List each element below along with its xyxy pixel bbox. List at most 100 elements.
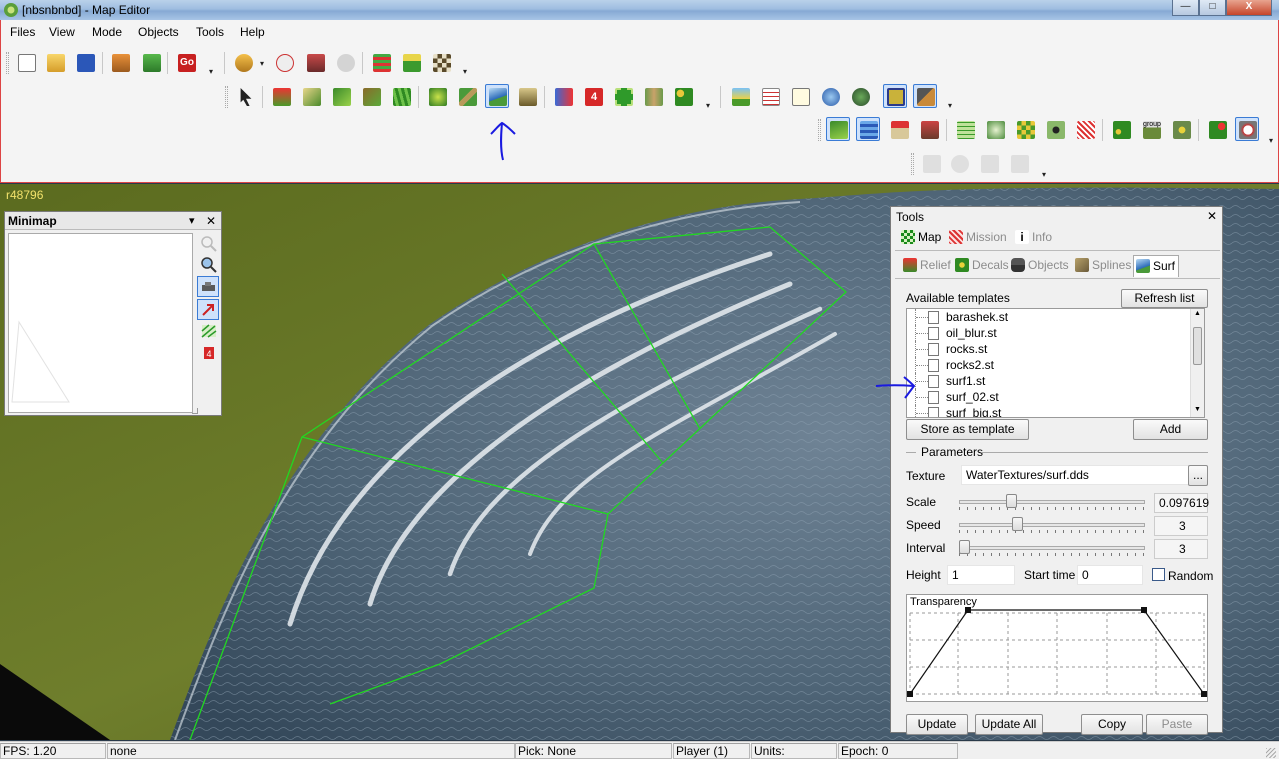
interval-slider-thumb[interactable] (959, 540, 970, 554)
menu-help[interactable]: Help (240, 25, 265, 39)
flag-4-icon[interactable]: 4 (581, 84, 605, 108)
relief-paint-icon[interactable] (329, 84, 353, 108)
tab-info[interactable]: i Info (1013, 227, 1055, 249)
menu-objects[interactable]: Objects (138, 25, 179, 39)
zone-icon[interactable] (611, 84, 635, 108)
disabled-d-icon[interactable] (1007, 151, 1031, 175)
curve-point[interactable] (907, 691, 913, 697)
speed-slider-thumb[interactable] (1012, 517, 1023, 531)
arrow-icon[interactable] (197, 299, 219, 320)
menu-files[interactable]: Files (10, 25, 35, 39)
spots-icon[interactable] (1205, 117, 1229, 141)
random-checkbox[interactable] (1152, 568, 1165, 581)
maximize-button[interactable]: □ (1199, 0, 1226, 16)
undo-icon[interactable] (231, 50, 255, 74)
minimap-canvas[interactable] (8, 233, 193, 413)
tab-splines[interactable]: Splines (1073, 255, 1133, 277)
minimize-button[interactable]: — (1172, 0, 1199, 16)
terrain-icon[interactable] (826, 117, 850, 141)
relief-grass-icon[interactable] (389, 84, 413, 108)
eye-icon[interactable] (1043, 117, 1067, 141)
menu-mode[interactable]: Mode (92, 25, 122, 39)
store-as-template-button[interactable]: Store as template (906, 419, 1029, 440)
list-item[interactable]: barashek.st (907, 309, 1192, 325)
scale-slider-thumb[interactable] (1006, 494, 1017, 508)
tank-icon[interactable] (197, 276, 219, 297)
close-button[interactable]: X (1226, 0, 1272, 16)
tab-relief[interactable]: Relief (901, 255, 953, 277)
tab-decals[interactable]: Decals (953, 255, 1009, 277)
home-icon[interactable] (108, 50, 132, 74)
hammer-icon[interactable] (913, 84, 937, 108)
minimap-pin-icon[interactable]: ▾ (189, 214, 195, 227)
height-field[interactable]: 1 (947, 565, 1015, 585)
house-icon[interactable] (887, 117, 911, 141)
building-icon[interactable] (917, 117, 941, 141)
list-item[interactable]: rocks.st (907, 341, 1192, 357)
browse-button[interactable]: ... (1188, 465, 1208, 486)
unit-icon[interactable] (303, 50, 327, 74)
refresh-list-button[interactable]: Refresh list (1121, 289, 1208, 308)
paste-button[interactable]: Paste (1146, 714, 1208, 735)
tab-mission[interactable]: Mission (947, 227, 1009, 249)
gear-icon[interactable] (818, 84, 842, 108)
curve-point[interactable] (965, 607, 971, 613)
replay-icon[interactable] (272, 50, 296, 74)
save-disk-icon[interactable] (73, 50, 97, 74)
curve-point[interactable] (1201, 691, 1207, 697)
road-icon[interactable] (455, 84, 479, 108)
flag-icon[interactable]: 4 (199, 343, 219, 363)
disabled-icon[interactable] (333, 50, 357, 74)
scale-slider[interactable] (959, 493, 1145, 510)
tab-objects[interactable]: Objects (1009, 255, 1073, 277)
tank-icon[interactable] (515, 84, 539, 108)
hatch-icon[interactable] (1073, 117, 1097, 141)
list-item[interactable]: rocks2.st (907, 357, 1192, 373)
dots-icon[interactable] (1109, 117, 1133, 141)
soldiers-icon[interactable] (641, 84, 665, 108)
go-button[interactable]: Go (174, 50, 198, 74)
speed-slider[interactable] (959, 516, 1145, 533)
surf-wave-icon[interactable] (485, 84, 509, 108)
hatch-icon[interactable] (199, 321, 219, 341)
scroll-down-icon[interactable]: ▼ (1194, 406, 1201, 413)
copy-button[interactable]: Copy (1081, 714, 1143, 735)
gauge-icon[interactable] (1235, 117, 1259, 141)
resize-grip[interactable] (192, 408, 198, 414)
disabled-a-icon[interactable] (919, 151, 943, 175)
comment-icon[interactable] (788, 84, 812, 108)
new-file-icon[interactable] (14, 50, 38, 74)
scale-value[interactable]: 0.097619 (1154, 493, 1209, 513)
tree-icon[interactable] (425, 84, 449, 108)
water-icon[interactable] (856, 117, 880, 141)
templates-list[interactable]: barashek.st oil_blur.st rocks.st rocks2.… (906, 308, 1205, 418)
list-item[interactable]: surf_big.st (907, 405, 1192, 417)
update-all-button[interactable]: Update All (975, 714, 1043, 735)
relief-raise-icon[interactable] (269, 84, 293, 108)
tiles-icon[interactable] (1013, 117, 1037, 141)
list-item[interactable]: surf_02.st (907, 389, 1192, 405)
list-icon[interactable] (758, 84, 782, 108)
tab-map[interactable]: Map (899, 227, 945, 249)
add-button[interactable]: Add (1133, 419, 1208, 440)
pointer-icon[interactable] (233, 84, 257, 108)
relief-smooth-icon[interactable] (299, 84, 323, 108)
interval-value[interactable]: 3 (1154, 539, 1208, 559)
bug-icon[interactable] (848, 84, 872, 108)
scroll-up-icon[interactable]: ▲ (1194, 310, 1201, 317)
interval-slider[interactable] (959, 539, 1145, 556)
list-item[interactable]: oil_blur.st (907, 325, 1192, 341)
relief-brush-icon[interactable] (359, 84, 383, 108)
tools-close-icon[interactable]: ✕ (1207, 209, 1217, 223)
landscape-icon[interactable] (728, 84, 752, 108)
minimap-close-icon[interactable]: ✕ (206, 214, 216, 228)
zoom-out-icon[interactable] (199, 234, 219, 254)
size-grip[interactable] (1266, 748, 1276, 758)
speed-value[interactable]: 3 (1154, 516, 1208, 536)
group-icon[interactable]: group (1139, 117, 1163, 141)
toolbar-overflow[interactable]: ▾ (209, 67, 213, 76)
texture-field[interactable]: WaterTextures/surf.dds (961, 465, 1189, 485)
disabled-b-icon[interactable] (947, 151, 971, 175)
templates-scrollbar[interactable]: ▲ ▼ (1190, 309, 1204, 417)
grid-icon[interactable] (953, 117, 977, 141)
